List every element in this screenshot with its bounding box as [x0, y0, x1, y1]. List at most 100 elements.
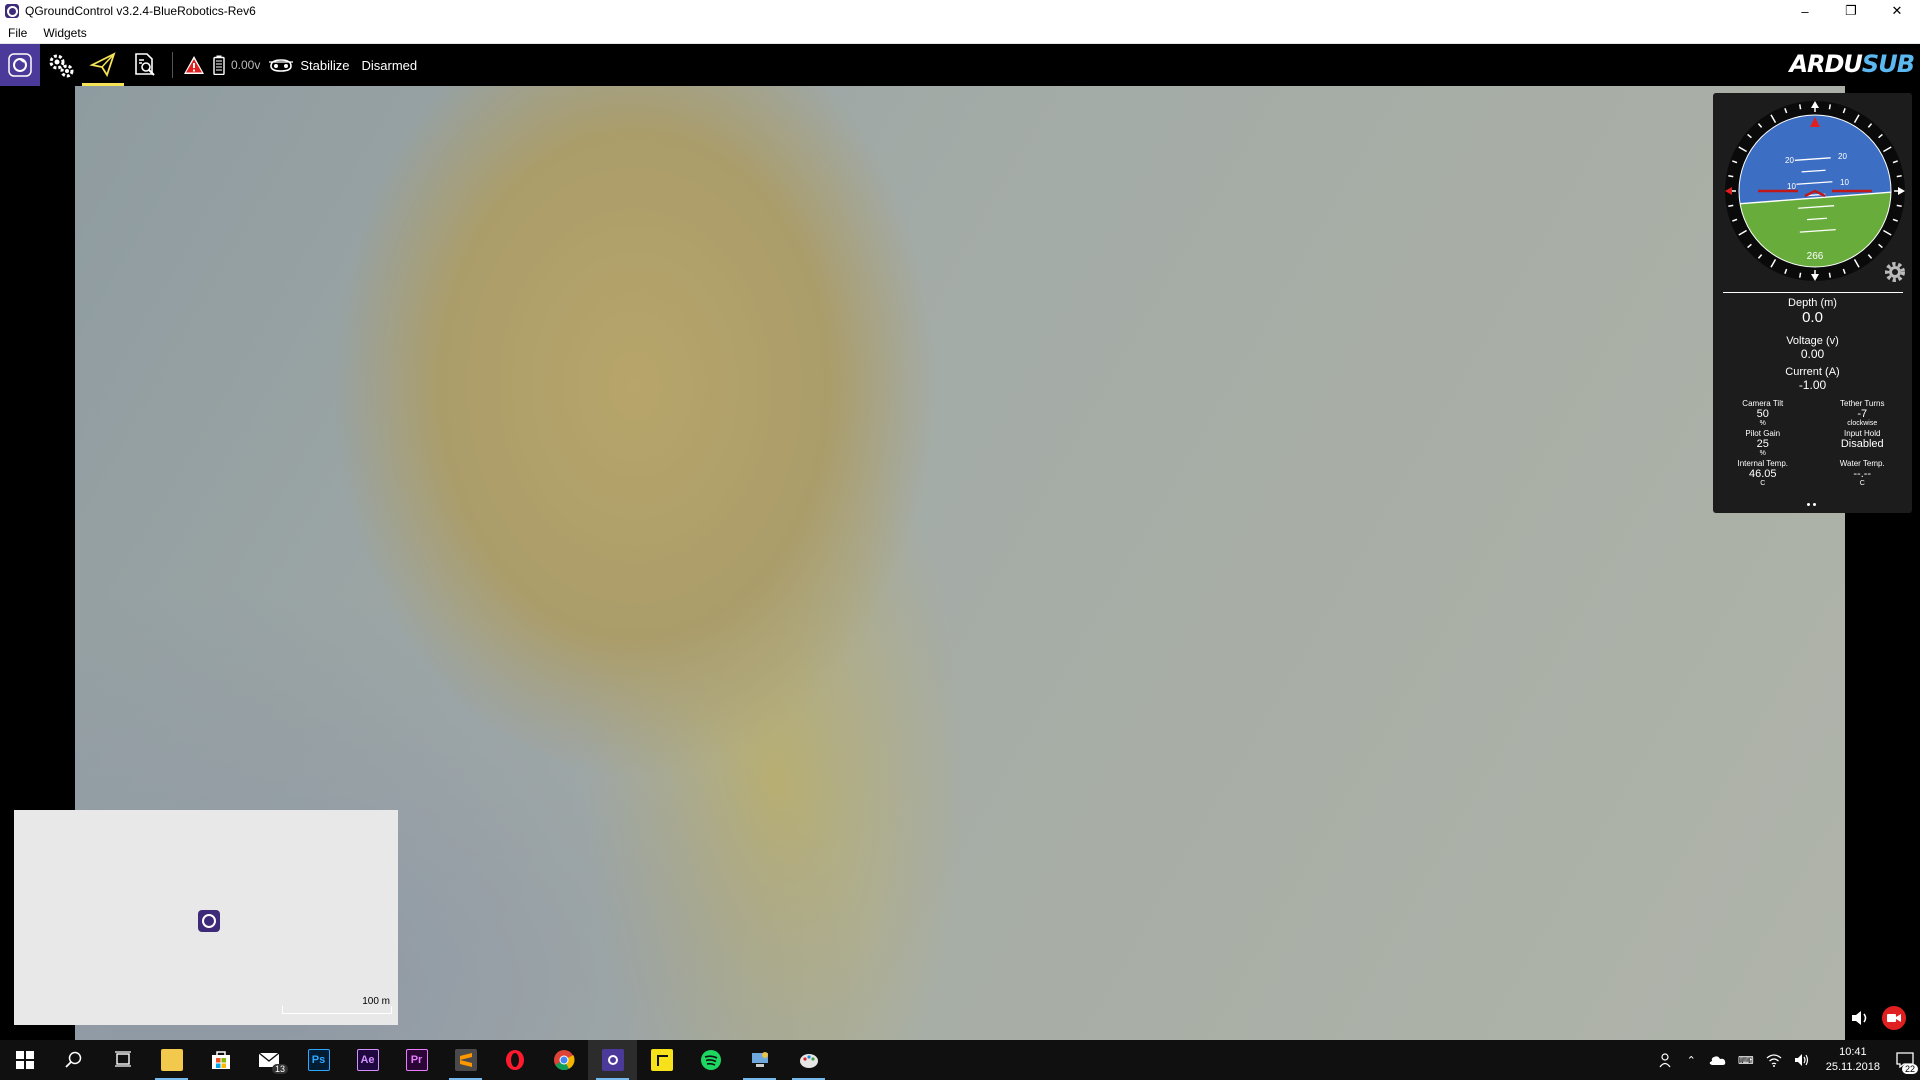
tether-turns: Tether Turns -7 clockwise: [1840, 399, 1885, 427]
menu-widgets[interactable]: Widgets: [35, 26, 94, 40]
minimize-button[interactable]: –: [1782, 0, 1828, 22]
taskbar-clock[interactable]: 10:41 25.11.2018: [1826, 1045, 1880, 1075]
toolbar-separator: [172, 52, 173, 78]
warning-icon: [184, 56, 204, 74]
mail-badge: 13: [271, 1064, 288, 1074]
windows-start-icon: [15, 1051, 34, 1069]
taskbar-sticky-notes[interactable]: [637, 1040, 686, 1080]
people-icon[interactable]: [1659, 1052, 1675, 1068]
paint-icon: [799, 1054, 818, 1068]
system-tray: ⌃ ⌨ 10:41 25.11.2018 22: [1653, 1040, 1920, 1080]
speaker-icon[interactable]: [1850, 1009, 1870, 1027]
volume-icon[interactable]: [1794, 1053, 1810, 1067]
photoshop-icon: Ps: [307, 1049, 330, 1071]
premiere-icon: Pr: [405, 1049, 428, 1071]
voltage-value: 0.00: [1800, 347, 1825, 361]
taskbar-qgroundcontrol[interactable]: [588, 1040, 637, 1080]
opera-icon: [505, 1050, 524, 1070]
taskbar-sublime[interactable]: [441, 1040, 490, 1080]
after-effects-icon: Ae: [356, 1049, 379, 1071]
close-button[interactable]: ✕: [1874, 0, 1920, 22]
windows-taskbar: 13 Ps Ae Pr ⌃ ⌨ 10:41 25.11.2018 22: [0, 1040, 1920, 1080]
taskbar-mail[interactable]: 13: [245, 1040, 294, 1080]
ardusub-logo: ARDUSUB: [1789, 50, 1915, 78]
qgc-home-icon: [8, 53, 32, 77]
vehicle-icon[interactable]: [268, 56, 294, 74]
action-center-button[interactable]: 22: [1890, 1040, 1920, 1080]
start-button[interactable]: [0, 1040, 49, 1080]
vehicle-setup-button[interactable]: [40, 44, 82, 86]
taskbar-store[interactable]: [196, 1040, 245, 1080]
compass-tick: [1728, 174, 1734, 178]
file-explorer-icon: [160, 1049, 183, 1071]
notification-badge: 22: [1901, 1064, 1918, 1074]
window-title: QGroundControl v3.2.4-BlueRobotics-Rev6: [25, 4, 256, 18]
sticky-notes-icon: [650, 1049, 673, 1071]
analyze-icon: [135, 53, 155, 76]
depth-label: Depth (m): [1788, 297, 1837, 309]
panel-pager[interactable]: [1807, 503, 1816, 506]
task-view-button[interactable]: [98, 1040, 147, 1080]
flight-mode-selector[interactable]: Stabilize: [300, 58, 349, 73]
onedrive-icon[interactable]: [1708, 1054, 1726, 1066]
current-label: Current (A): [1785, 366, 1840, 378]
menu-bar: File Widgets: [0, 22, 1920, 44]
heading-readout: 266: [1807, 251, 1824, 262]
compass-tick: [1828, 104, 1832, 110]
compass-tick: [1896, 204, 1902, 208]
messages-button[interactable]: [179, 44, 209, 86]
paper-plane-icon: [89, 51, 116, 77]
mini-map[interactable]: 100 m: [14, 810, 398, 1025]
compass-tick: [1798, 104, 1802, 110]
map-scale: 100 m: [282, 996, 392, 1014]
voltage-label: Voltage (v): [1786, 335, 1839, 347]
gears-icon: [49, 54, 74, 78]
battery-voltage[interactable]: 0.00v: [231, 58, 260, 72]
pilot-gain: Pilot Gain 25 %: [1745, 429, 1781, 457]
mini-values-grid: Camera Tilt 50 % Tether Turns -7 clockwi…: [1713, 399, 1912, 487]
qgroundcontrol-icon: [601, 1049, 624, 1071]
taskbar-premiere[interactable]: Pr: [392, 1040, 441, 1080]
search-button[interactable]: [49, 1040, 98, 1080]
svg-text:20: 20: [1785, 156, 1794, 165]
camera-tilt: Camera Tilt 50 %: [1742, 399, 1784, 427]
taskbar-network-tool[interactable]: [735, 1040, 784, 1080]
input-hold: Input Hold Disabled: [1840, 429, 1884, 450]
record-button[interactable]: [1882, 1006, 1906, 1030]
svg-text:10: 10: [1787, 182, 1796, 191]
chevron-up-icon[interactable]: ⌃: [1687, 1054, 1696, 1067]
depth-value: 0.0: [1802, 309, 1823, 326]
vehicle-marker[interactable]: [198, 910, 220, 932]
compass-tick: [1828, 272, 1832, 278]
qgc-home-button[interactable]: [0, 44, 40, 86]
gear-icon[interactable]: [1882, 259, 1908, 285]
search-icon: [64, 1051, 81, 1068]
current-value: -1.00: [1798, 378, 1827, 392]
instrument-panel: 20 20 10 10 266 Depth (m) 0.0 Voltage (v…: [1713, 93, 1912, 513]
wifi-icon[interactable]: [1766, 1053, 1782, 1067]
taskbar-paint[interactable]: [784, 1040, 833, 1080]
task-view-icon: [114, 1051, 131, 1067]
analyze-button[interactable]: [124, 44, 166, 86]
taskbar-chrome[interactable]: [539, 1040, 588, 1080]
chrome-icon: [553, 1050, 575, 1071]
taskbar-photoshop[interactable]: Ps: [294, 1040, 343, 1080]
compass-tick: [1896, 174, 1902, 178]
taskbar-after-effects[interactable]: Ae: [343, 1040, 392, 1080]
menu-file[interactable]: File: [0, 26, 35, 40]
main-toolbar: 0.00v Stabilize Disarmed ARDUSUB: [0, 44, 1920, 86]
attitude-indicator: 20 20 10 10 266: [1725, 101, 1905, 281]
fly-view-button[interactable]: [82, 44, 124, 86]
language-icon[interactable]: ⌨: [1738, 1054, 1754, 1067]
taskbar-spotify[interactable]: [686, 1040, 735, 1080]
taskbar-file-explorer[interactable]: [147, 1040, 196, 1080]
water-temp: Water Temp. --.-- C: [1839, 459, 1885, 487]
arm-state[interactable]: Disarmed: [362, 58, 418, 73]
video-camera-icon: [1887, 1014, 1901, 1022]
spotify-icon: [700, 1050, 721, 1070]
battery-icon: [213, 55, 225, 75]
store-icon: [211, 1051, 230, 1069]
taskbar-opera[interactable]: [490, 1040, 539, 1080]
panel-divider: [1723, 292, 1903, 293]
restore-button[interactable]: ❐: [1828, 0, 1874, 22]
